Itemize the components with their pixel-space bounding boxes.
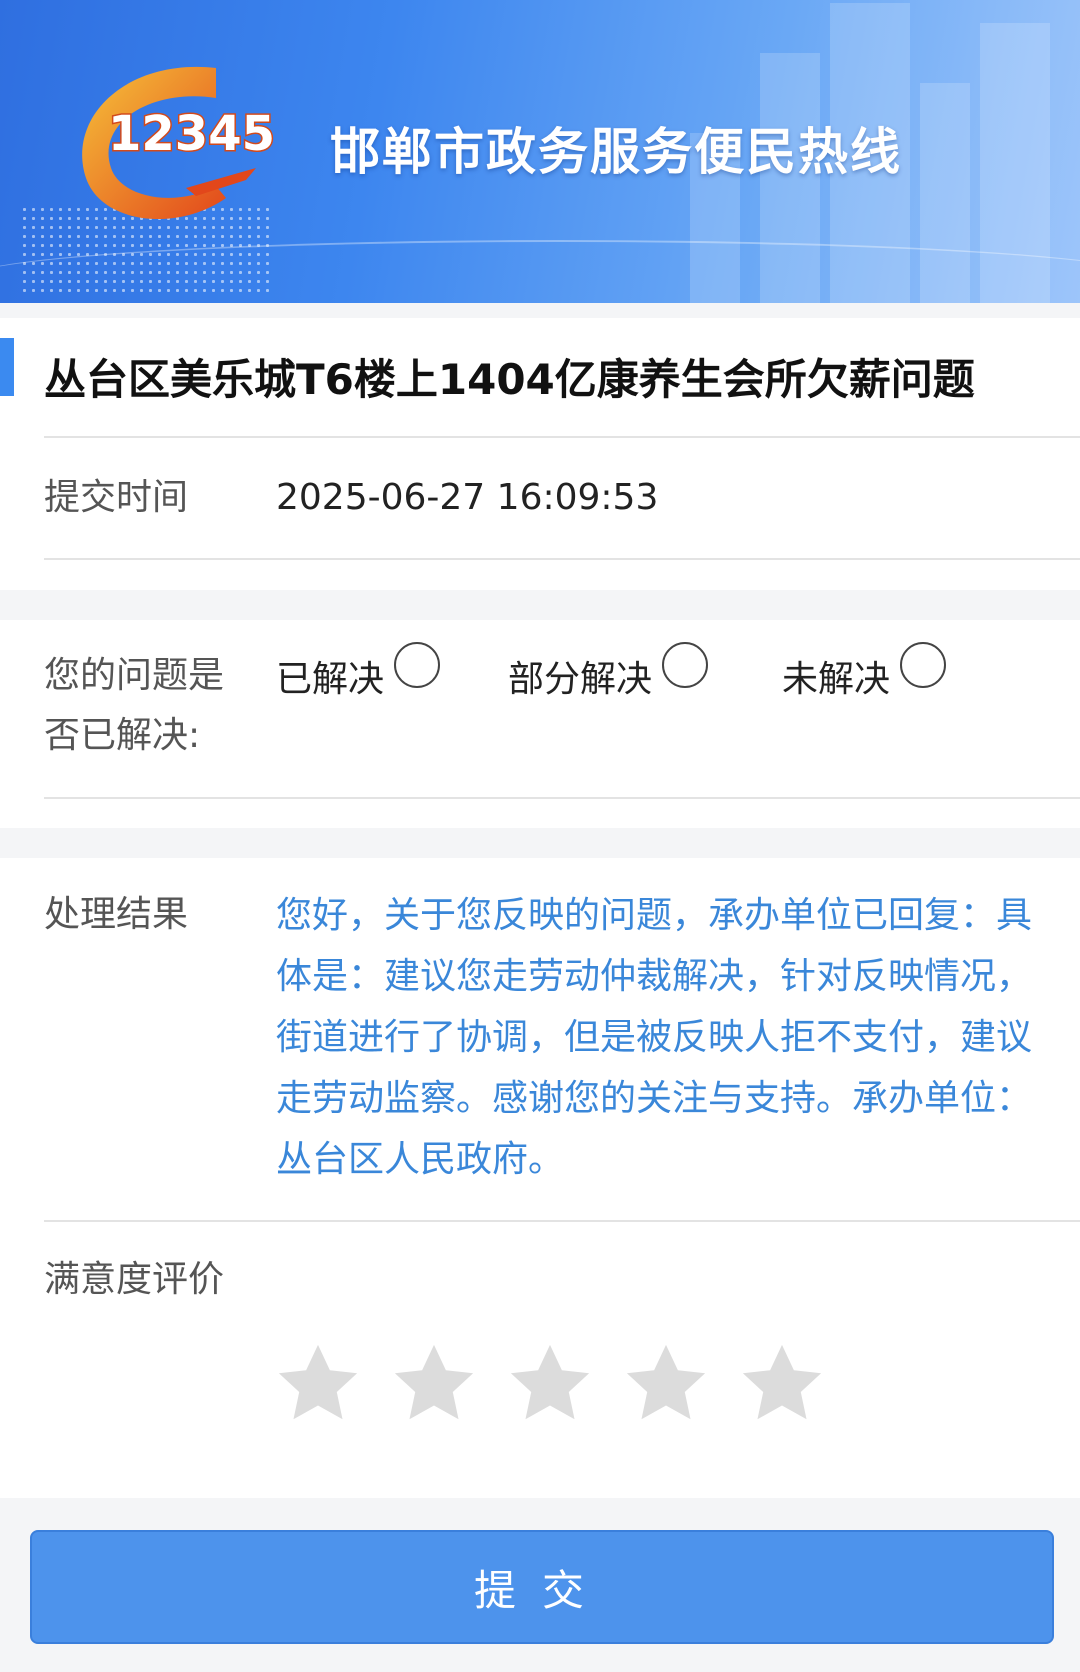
hotline-logo: 12345 (66, 58, 286, 228)
radio-option-partially-resolved[interactable]: 部分解决 (508, 642, 709, 702)
radio-label: 已解决 (276, 659, 385, 700)
result-label: 处理结果 (44, 894, 189, 935)
submit-time-value: 2025-06-27 16:09:53 (276, 477, 659, 518)
divider (44, 436, 1080, 438)
radio-circle-icon[interactable] (662, 642, 709, 688)
star-icon[interactable] (736, 1338, 828, 1430)
radio-circle-icon[interactable] (394, 642, 441, 688)
radio-option-resolved[interactable]: 已解决 (276, 642, 441, 702)
radio-label: 部分解决 (508, 659, 653, 700)
issue-title: 丛台区美乐城T6楼上1404亿康养生会所欠薪问题 (44, 355, 975, 404)
svg-text:12345: 12345 (108, 106, 275, 162)
banner-title: 邯郸市政务服务便民热线 (330, 123, 902, 181)
divider (44, 797, 1080, 799)
radio-label: 未解决 (782, 659, 891, 700)
rating-label: 满意度评价 (44, 1259, 225, 1300)
radio-option-unresolved[interactable]: 未解决 (782, 642, 947, 702)
header-banner: 12345 邯郸市政务服务便民热线 (0, 0, 1080, 303)
title-accent-bar (0, 338, 14, 396)
submit-button[interactable]: 提交 (30, 1530, 1054, 1644)
star-rating[interactable] (272, 1338, 828, 1430)
submit-time-label: 提交时间 (44, 477, 189, 518)
divider (44, 558, 1080, 560)
star-icon[interactable] (272, 1338, 364, 1430)
divider (44, 1220, 1080, 1222)
star-icon[interactable] (388, 1338, 480, 1430)
star-icon[interactable] (504, 1338, 596, 1430)
result-text: 您好，关于您反映的问题，承办单位已回复：具体是：建议您走劳动仲裁解决，针对反映情… (276, 895, 1033, 1180)
resolution-question-label: 您的问题是否已解决: (44, 655, 225, 756)
star-icon[interactable] (620, 1338, 712, 1430)
radio-circle-icon[interactable] (900, 642, 947, 688)
